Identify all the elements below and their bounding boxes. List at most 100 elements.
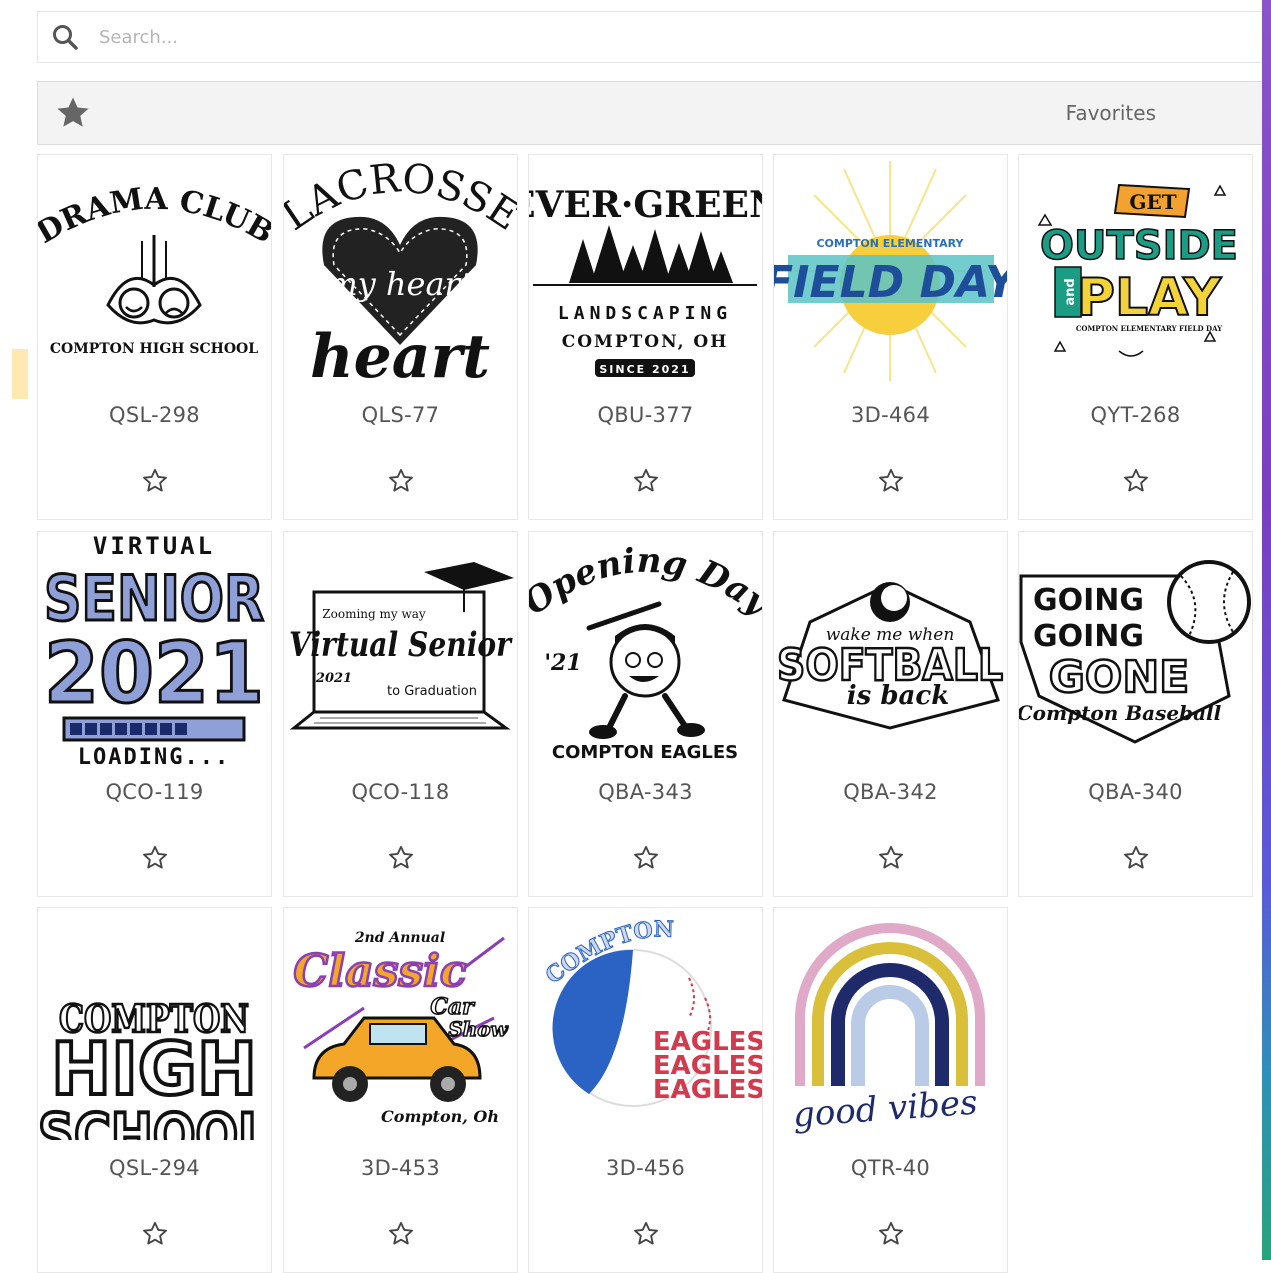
design-text: 2021 bbox=[315, 671, 352, 686]
design-card[interactable]: VIRTUAL SENIOR 2021 LOADING... QCO-119 bbox=[37, 531, 272, 897]
design-card[interactable]: EVER·GREEN LANDSCAPING COMPTON, OH SINCE… bbox=[528, 154, 763, 520]
design-text: COMPTON ELEMENTARY bbox=[816, 237, 964, 250]
design-text: COMPTON HIGH SCHOOL bbox=[50, 341, 258, 357]
design-text: 2021 bbox=[44, 624, 264, 722]
star-outline-icon[interactable] bbox=[141, 1220, 169, 1248]
design-text: my heart bbox=[327, 265, 473, 303]
star-outline-icon[interactable] bbox=[387, 844, 415, 872]
design-thumbnail[interactable]: VIRTUAL SENIOR 2021 LOADING... bbox=[38, 532, 271, 764]
design-code: QSL-298 bbox=[109, 403, 200, 427]
design-text: and bbox=[1063, 278, 1078, 305]
star-outline-icon[interactable] bbox=[877, 1220, 905, 1248]
design-card[interactable]: 2nd Annual Classic Car Show Compton, Oh … bbox=[283, 907, 518, 1273]
design-thumbnail[interactable]: COMPTON EAGLES EAGLES EAGLES bbox=[529, 908, 762, 1140]
star-outline-icon[interactable] bbox=[632, 467, 660, 495]
star-outline-icon[interactable] bbox=[141, 467, 169, 495]
svg-text:LACROSSE: LACROSSE bbox=[284, 155, 517, 240]
design-card[interactable]: wake me when SOFTBALL is back QBA-342 bbox=[773, 531, 1008, 897]
design-thumbnail[interactable]: 2nd Annual Classic Car Show Compton, Oh bbox=[284, 908, 517, 1140]
design-text: Compton Baseball bbox=[1019, 701, 1222, 725]
star-outline-icon[interactable] bbox=[1122, 844, 1150, 872]
design-text: Zooming my way bbox=[322, 607, 426, 621]
design-text: LANDSCAPING bbox=[558, 303, 732, 324]
design-text: COMPTON, OH bbox=[562, 332, 729, 352]
design-text: FIELD DAY bbox=[774, 257, 1007, 308]
svg-text:heart: heart bbox=[310, 322, 490, 387]
design-text: to Graduation bbox=[387, 684, 477, 699]
favorites-label: Favorites bbox=[1065, 101, 1156, 125]
design-text: SCHOOL bbox=[38, 1101, 270, 1140]
design-text: VIRTUAL bbox=[93, 532, 215, 560]
search-input[interactable] bbox=[97, 25, 1001, 49]
design-thumbnail[interactable]: Opening Day '21 COMPTON EAGLES bbox=[529, 532, 762, 764]
design-card[interactable]: good vibes QTR-40 bbox=[773, 907, 1008, 1273]
design-thumbnail[interactable]: GET OUTSIDE and PLAY COMPTON ELEMENTARY … bbox=[1019, 155, 1252, 387]
design-text: Show bbox=[448, 1017, 508, 1041]
design-text: EVER·GREEN bbox=[529, 184, 762, 226]
design-card[interactable]: Zooming my way Virtual Senior 2021 to Gr… bbox=[283, 531, 518, 897]
svg-text:Opening Day: Opening Day bbox=[529, 541, 762, 625]
design-code: QLS-77 bbox=[361, 403, 440, 427]
design-text: COMPTON ELEMENTARY FIELD DAY bbox=[1076, 324, 1223, 333]
search-icon bbox=[53, 25, 78, 50]
star-outline-icon[interactable] bbox=[387, 1220, 415, 1248]
design-text: COMPTON EAGLES bbox=[552, 742, 738, 763]
design-code: QCO-118 bbox=[351, 780, 450, 804]
design-card[interactable]: Opening Day '21 COMPTON EAGLES QBA-343 bbox=[528, 531, 763, 897]
design-text: Virtual Senior bbox=[289, 625, 513, 665]
design-thumbnail[interactable]: LACROSSE my heart my heart heart bbox=[284, 155, 517, 387]
design-code: QBU-377 bbox=[597, 403, 694, 427]
window-edge bbox=[1262, 0, 1271, 1260]
star-outline-icon[interactable] bbox=[632, 844, 660, 872]
design-thumbnail[interactable]: DRAMA CLUB COMPTON HIGH SCHOOL bbox=[38, 155, 271, 387]
design-text: Opening Day bbox=[529, 541, 762, 625]
design-text: OUTSIDE bbox=[1040, 223, 1238, 269]
design-card[interactable]: COMPTON EAGLES EAGLES EAGLES 3D-456 bbox=[528, 907, 763, 1273]
design-text: is back bbox=[847, 681, 949, 711]
star-outline-icon[interactable] bbox=[1122, 467, 1150, 495]
design-code: QBA-340 bbox=[1088, 780, 1183, 804]
design-text: GONE bbox=[1049, 652, 1189, 703]
design-text: PLAY bbox=[1077, 268, 1223, 328]
design-thumbnail[interactable]: COMPTON ELEMENTARY FIELD DAY bbox=[774, 155, 1007, 387]
star-outline-icon[interactable] bbox=[387, 467, 415, 495]
design-code: 3D-453 bbox=[361, 1156, 440, 1180]
design-thumbnail[interactable]: wake me when SOFTBALL is back bbox=[774, 532, 1007, 764]
design-thumbnail[interactable]: Zooming my way Virtual Senior 2021 to Gr… bbox=[284, 532, 517, 764]
design-card[interactable]: COMPTON HIGH SCHOOL QSL-294 bbox=[37, 907, 272, 1273]
design-text: GOING bbox=[1033, 583, 1144, 618]
design-text: Classic bbox=[293, 946, 467, 997]
star-outline-icon[interactable] bbox=[632, 1220, 660, 1248]
design-code: QSL-294 bbox=[109, 1156, 200, 1180]
design-text: GET bbox=[1129, 190, 1176, 214]
design-code: 3D-456 bbox=[606, 1156, 685, 1180]
star-outline-icon[interactable] bbox=[877, 844, 905, 872]
design-text: good vibes bbox=[792, 1083, 979, 1136]
design-text: SINCE 2021 bbox=[599, 363, 690, 376]
design-text: HIGH bbox=[51, 1027, 257, 1111]
design-code: 3D-464 bbox=[851, 403, 930, 427]
design-card[interactable]: GOING GOING GONE Compton Baseball QBA-34… bbox=[1018, 531, 1253, 897]
design-card[interactable]: DRAMA CLUB COMPTON HIGH SCHOOL QSL-298 bbox=[37, 154, 272, 520]
design-card[interactable]: GET OUTSIDE and PLAY COMPTON ELEMENTARY … bbox=[1018, 154, 1253, 520]
design-text: Compton, Oh bbox=[381, 1107, 499, 1126]
design-code: QTR-40 bbox=[850, 1156, 931, 1180]
design-code: QCO-119 bbox=[105, 780, 204, 804]
star-outline-icon[interactable] bbox=[877, 467, 905, 495]
design-text: EAGLES bbox=[653, 1075, 762, 1105]
design-thumbnail[interactable]: EVER·GREEN LANDSCAPING COMPTON, OH SINCE… bbox=[529, 155, 762, 387]
design-text: GOING bbox=[1033, 619, 1144, 654]
search-bar bbox=[37, 11, 1263, 63]
design-code: QBA-342 bbox=[843, 780, 938, 804]
star-outline-icon[interactable] bbox=[141, 844, 169, 872]
design-code: QYT-268 bbox=[1090, 403, 1181, 427]
design-card[interactable]: LACROSSE my heart my heart heart QLS-77 bbox=[283, 154, 518, 520]
design-thumbnail[interactable]: GOING GOING GONE Compton Baseball bbox=[1019, 532, 1252, 764]
design-text: '21 bbox=[544, 650, 581, 676]
design-thumbnail[interactable]: good vibes bbox=[774, 908, 1007, 1140]
favorites-bar[interactable]: Favorites bbox=[37, 81, 1263, 145]
design-code: QBA-343 bbox=[598, 780, 693, 804]
design-card[interactable]: COMPTON ELEMENTARY FIELD DAY 3D-464 bbox=[773, 154, 1008, 520]
design-thumbnail[interactable]: COMPTON HIGH SCHOOL bbox=[38, 908, 271, 1140]
star-filled-icon bbox=[57, 97, 89, 127]
